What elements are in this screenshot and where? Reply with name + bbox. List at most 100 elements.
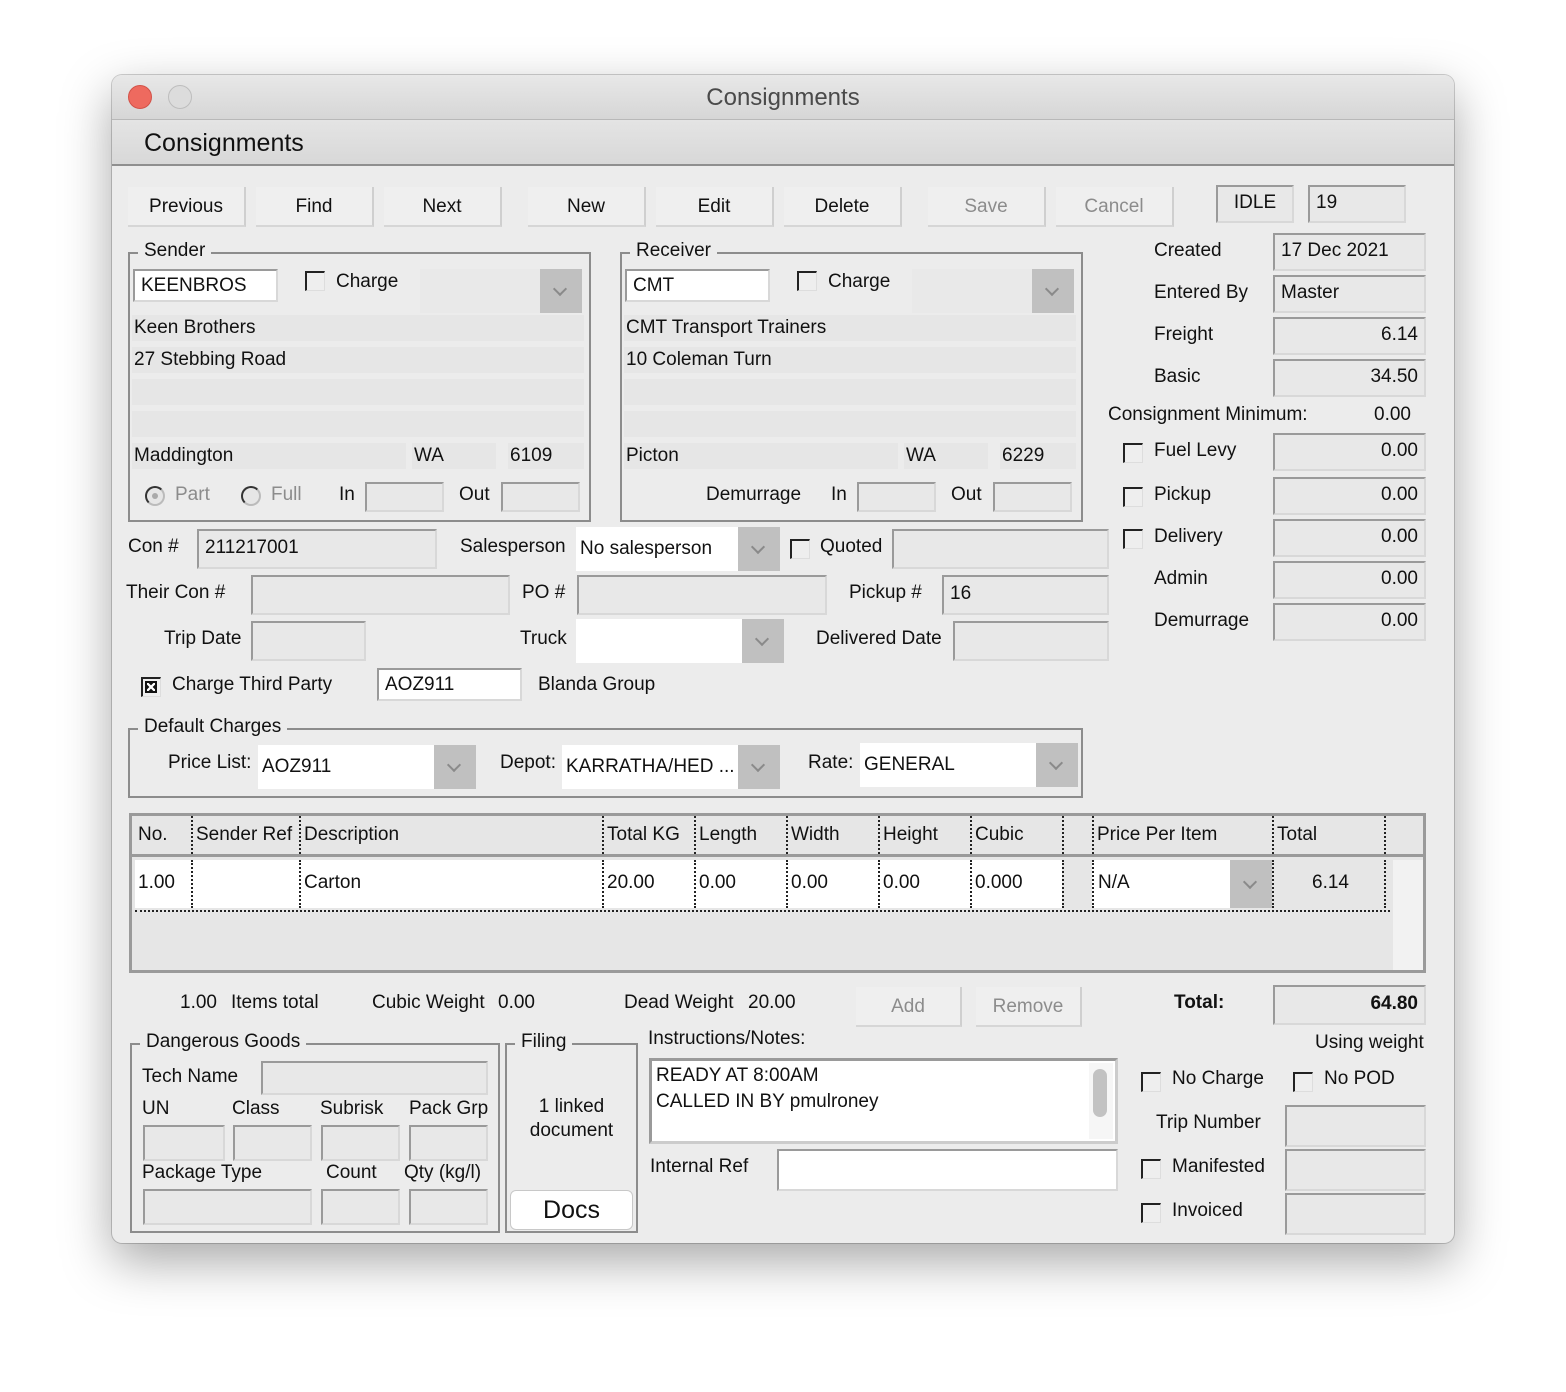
- add-item-button[interactable]: Add: [856, 987, 962, 1027]
- cell-sender-ref[interactable]: [191, 860, 299, 908]
- cell-length[interactable]: 0.00: [694, 860, 786, 908]
- manifested-field[interactable]: [1285, 1149, 1426, 1191]
- salesperson-select[interactable]: No salesperson: [576, 527, 780, 571]
- cell-price-per-item-select[interactable]: N/A: [1092, 860, 1272, 908]
- previous-button[interactable]: Previous: [128, 187, 246, 227]
- consignments-window: Consignments Consignments Previous Find …: [112, 75, 1454, 1243]
- items-table-scrollbar[interactable]: [1393, 860, 1423, 970]
- sender-charge-checkbox[interactable]: [305, 271, 325, 291]
- receiver-code-input[interactable]: CMT: [625, 269, 770, 302]
- remove-item-button[interactable]: Remove: [976, 987, 1082, 1027]
- linked-documents-line2: document: [529, 1120, 614, 1141]
- save-button[interactable]: Save: [928, 187, 1046, 227]
- quoted-label: Quoted: [820, 536, 883, 557]
- package-type-field[interactable]: [143, 1189, 312, 1225]
- edit-button[interactable]: Edit: [656, 187, 774, 227]
- price-list-select[interactable]: AOZ911: [258, 745, 476, 789]
- demurrage-charge-field[interactable]: 0.00: [1273, 603, 1426, 641]
- column-header-price-per-item[interactable]: Price Per Item: [1092, 816, 1272, 854]
- find-button[interactable]: Find: [256, 187, 374, 227]
- sender-out-field[interactable]: [501, 482, 580, 512]
- cancel-button[interactable]: Cancel: [1056, 187, 1174, 227]
- receiver-out-field[interactable]: [993, 482, 1072, 512]
- fuel-levy-checkbox[interactable]: [1123, 443, 1143, 463]
- notes-scrollbar[interactable]: [1089, 1063, 1113, 1139]
- column-header-height[interactable]: Height: [878, 816, 970, 854]
- po-field[interactable]: [577, 575, 827, 615]
- delivered-date-field[interactable]: [953, 621, 1109, 661]
- qty-field[interactable]: [409, 1189, 488, 1225]
- no-pod-checkbox[interactable]: [1293, 1072, 1313, 1092]
- receiver-address-line2: [624, 379, 1076, 405]
- cell-no[interactable]: 1.00: [135, 860, 191, 908]
- column-header-length[interactable]: Length: [694, 816, 786, 854]
- un-field[interactable]: [143, 1125, 225, 1161]
- fuel-levy-field[interactable]: 0.00: [1273, 433, 1426, 471]
- trip-date-field[interactable]: [251, 621, 366, 661]
- docs-button[interactable]: Docs: [510, 1190, 633, 1230]
- new-button[interactable]: New: [528, 187, 646, 227]
- truck-select[interactable]: [576, 619, 784, 663]
- quoted-checkbox[interactable]: [790, 539, 810, 559]
- pickup-checkbox[interactable]: [1123, 487, 1143, 507]
- cell-width[interactable]: 0.00: [786, 860, 878, 908]
- sender-state: WA: [412, 443, 496, 469]
- column-header-width[interactable]: Width: [786, 816, 878, 854]
- cell-description[interactable]: Carton: [299, 860, 602, 908]
- manifested-checkbox[interactable]: [1141, 1159, 1161, 1179]
- cell-height[interactable]: 0.00: [878, 860, 970, 908]
- cell-cubic[interactable]: 0.000: [970, 860, 1062, 908]
- tech-name-field[interactable]: [261, 1061, 488, 1095]
- column-header-no[interactable]: No.: [135, 816, 191, 854]
- column-header-cubic[interactable]: Cubic: [970, 816, 1062, 854]
- instructions-notes-textarea[interactable]: READY AT 8:00AM CALLED IN BY pmulroney: [649, 1058, 1118, 1144]
- invoiced-field[interactable]: [1285, 1193, 1426, 1235]
- entered-by-label: Entered By: [1154, 282, 1248, 303]
- column-header-description[interactable]: Description: [299, 816, 602, 854]
- third-party-code-input[interactable]: AOZ911: [377, 668, 522, 701]
- receiver-group-title: Receiver: [630, 240, 717, 262]
- depot-select[interactable]: KARRATHA/HED ...: [562, 745, 780, 789]
- receiver-in-label: In: [831, 484, 847, 505]
- invoiced-checkbox[interactable]: [1141, 1203, 1161, 1223]
- delivery-checkbox[interactable]: [1123, 529, 1143, 549]
- sender-in-field[interactable]: [365, 482, 444, 512]
- sender-part-label: Part: [175, 484, 210, 505]
- table-row[interactable]: 1.00 Carton 20.00 0.00 0.00 0.00 0.000 N…: [135, 860, 1390, 912]
- cell-total-kg[interactable]: 20.00: [602, 860, 694, 908]
- internal-ref-label: Internal Ref: [650, 1156, 749, 1177]
- sender-full-radio[interactable]: [241, 486, 261, 506]
- class-field[interactable]: [233, 1125, 312, 1161]
- their-con-field[interactable]: [251, 575, 510, 615]
- rate-select[interactable]: GENERAL: [860, 743, 1078, 787]
- default-charges-title: Default Charges: [138, 716, 288, 738]
- admin-charge-field[interactable]: 0.00: [1273, 561, 1426, 599]
- sender-part-radio[interactable]: [145, 486, 165, 506]
- column-header-total[interactable]: Total: [1272, 816, 1384, 854]
- sender-charge-select[interactable]: [420, 269, 582, 313]
- internal-ref-input[interactable]: [777, 1149, 1118, 1191]
- count-field[interactable]: [321, 1189, 400, 1225]
- sender-out-label: Out: [459, 484, 490, 505]
- column-header-blank[interactable]: [1062, 816, 1092, 854]
- pickup-number-field[interactable]: 16: [942, 575, 1109, 615]
- column-header-sender-ref[interactable]: Sender Ref: [191, 816, 299, 854]
- cell-blank: [1062, 860, 1092, 908]
- subrisk-field[interactable]: [321, 1125, 400, 1161]
- receiver-state: WA: [904, 443, 988, 469]
- charge-third-party-checkbox[interactable]: [141, 677, 161, 697]
- delivery-charge-field[interactable]: 0.00: [1273, 519, 1426, 557]
- no-charge-checkbox[interactable]: [1141, 1072, 1161, 1092]
- receiver-in-field[interactable]: [857, 482, 936, 512]
- delete-button[interactable]: Delete: [784, 187, 902, 227]
- pickup-charge-field[interactable]: 0.00: [1273, 477, 1426, 515]
- quoted-field[interactable]: [892, 529, 1109, 569]
- column-header-total-kg[interactable]: Total KG: [602, 816, 694, 854]
- sender-code-input[interactable]: KEENBROS: [133, 269, 278, 302]
- pack-grp-field[interactable]: [409, 1125, 488, 1161]
- notes-scroll-thumb[interactable]: [1093, 1069, 1107, 1117]
- receiver-charge-checkbox[interactable]: [797, 271, 817, 291]
- next-button[interactable]: Next: [384, 187, 502, 227]
- trip-number-field[interactable]: [1285, 1105, 1426, 1147]
- receiver-charge-select[interactable]: [912, 269, 1074, 313]
